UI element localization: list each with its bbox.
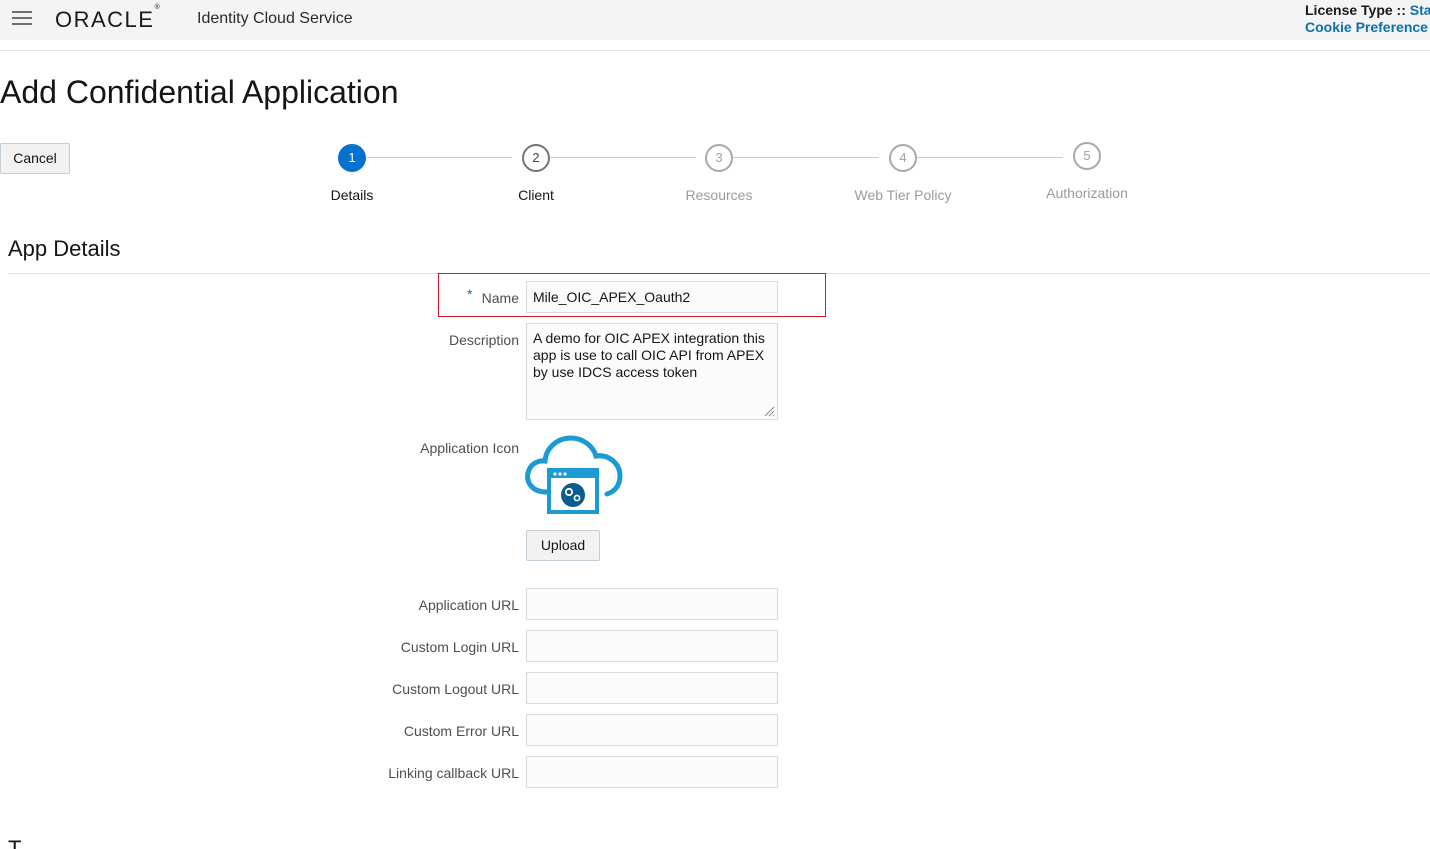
application-url-input[interactable] [526,588,778,620]
train-step-web-tier-policy[interactable]: 4 [889,144,917,172]
custom-logout-url-label: Custom Logout URL [392,681,519,697]
license-type-value[interactable]: Sta [1410,2,1430,18]
license-type: License Type :: Sta [1305,2,1430,18]
custom-login-url-input[interactable] [526,630,778,662]
upload-button[interactable]: Upload [526,530,600,561]
train-step-client[interactable]: 2 [522,144,550,172]
custom-login-url-label: Custom Login URL [400,639,519,655]
header-divider [0,50,1430,51]
product-name: Identity Cloud Service [197,10,353,27]
page-title: Add Confidential Application [0,74,399,110]
linking-callback-url-input[interactable] [526,756,778,788]
train-step-label: Resources [685,187,753,203]
description-textarea[interactable]: A demo for OIC APEX integration this app… [526,323,778,420]
train-step-details[interactable]: 1 [338,144,366,172]
train-step-resources[interactable]: 3 [705,144,733,172]
cloud-app-gear-icon [525,435,623,514]
train-step-authorization[interactable]: 5 [1073,142,1101,170]
train-step-label: Client [518,187,554,203]
train-step-label: Details [330,187,374,203]
next-section-title: T [8,836,22,849]
custom-error-url-label: Custom Error URL [403,723,519,739]
train-connector [550,157,696,158]
name-label: Name [481,290,519,306]
train-connector [917,157,1063,158]
name-input[interactable] [526,281,778,313]
oracle-logo: ORACLE® [55,3,160,32]
top-header-bar: ORACLE® Identity Cloud Service License T… [0,0,1430,40]
train-step-label: Web Tier Policy [854,187,952,203]
cookie-preferences-link[interactable]: Cookie Preference [1305,19,1428,35]
custom-error-url-input[interactable] [526,714,778,746]
custom-logout-url-input[interactable] [526,672,778,704]
application-url-label: Application URL [418,597,519,613]
train-connector [366,157,512,158]
description-label: Description [448,332,519,348]
linking-callback-url-label: Linking callback URL [388,765,519,781]
application-icon-label: Application Icon [420,440,519,456]
license-type-label: License Type :: [1305,2,1410,18]
resize-handle-icon[interactable] [763,405,775,417]
cancel-button[interactable]: Cancel [0,143,70,174]
section-title: App Details [8,236,121,261]
hamburger-menu-icon[interactable] [12,11,32,27]
train-connector [733,157,879,158]
train-step-label: Authorization [1046,185,1128,201]
